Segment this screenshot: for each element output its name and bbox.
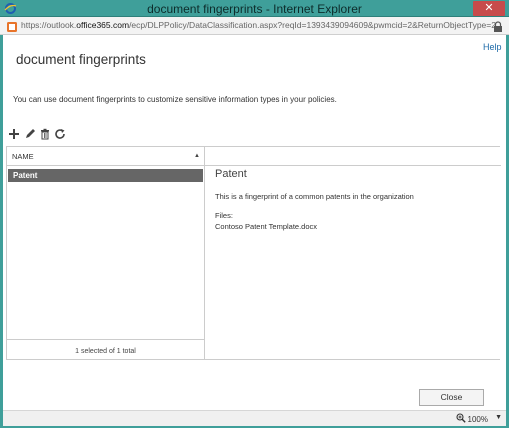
refresh-icon[interactable] <box>54 127 66 139</box>
window-close-button[interactable]: ✕ <box>473 1 505 16</box>
detail-description: This is a fingerprint of a common patent… <box>215 192 414 201</box>
help-link[interactable]: Help <box>483 42 502 52</box>
url-text: https://outlook.office365.com/ecp/DLPPol… <box>21 20 496 30</box>
status-bar: 100% ▼ <box>3 410 506 426</box>
selection-count: 1 selected of 1 total <box>75 348 136 355</box>
list-item[interactable]: Patent <box>8 169 203 182</box>
fingerprint-list: NAME ▲ Patent 1 selected of 1 total <box>6 146 205 360</box>
delete-icon[interactable] <box>39 127 51 140</box>
intro-text: You can use document fingerprints to cus… <box>13 95 337 104</box>
list-footer: 1 selected of 1 total <box>7 339 204 359</box>
files-label: Files: <box>215 211 233 220</box>
address-bar[interactable]: https://outlook.office365.com/ecp/DLPPol… <box>0 17 509 35</box>
add-icon[interactable] <box>8 127 20 139</box>
list-column-header[interactable]: NAME ▲ <box>7 147 204 166</box>
sort-ascending-icon[interactable]: ▲ <box>194 153 200 159</box>
page-icon <box>6 20 18 32</box>
list-item-label: Patent <box>13 171 38 180</box>
detail-pane: Patent This is a fingerprint of a common… <box>204 146 501 360</box>
zoom-control[interactable]: 100% <box>455 413 488 425</box>
detail-title: Patent <box>215 168 247 180</box>
zoom-level: 100% <box>467 414 488 424</box>
zoom-icon <box>455 413 466 425</box>
zoom-dropdown-icon[interactable]: ▼ <box>495 414 502 421</box>
window-title: document fingerprints - Internet Explore… <box>147 2 362 16</box>
detail-header <box>205 147 501 166</box>
page-title: document fingerprints <box>16 52 146 67</box>
url-path: /ecp/DLPPolicy/DataClassification.aspx?r… <box>129 20 496 30</box>
lock-icon[interactable] <box>493 20 503 32</box>
window-titlebar: document fingerprints - Internet Explore… <box>0 0 509 17</box>
file-name: Contoso Patent Template.docx <box>215 222 318 231</box>
url-scheme: https://outlook. <box>21 20 77 30</box>
url-host: office365.com <box>76 20 130 30</box>
name-column-label: NAME <box>12 152 34 161</box>
close-button[interactable]: Close <box>419 389 484 406</box>
edit-icon[interactable] <box>24 127 36 139</box>
